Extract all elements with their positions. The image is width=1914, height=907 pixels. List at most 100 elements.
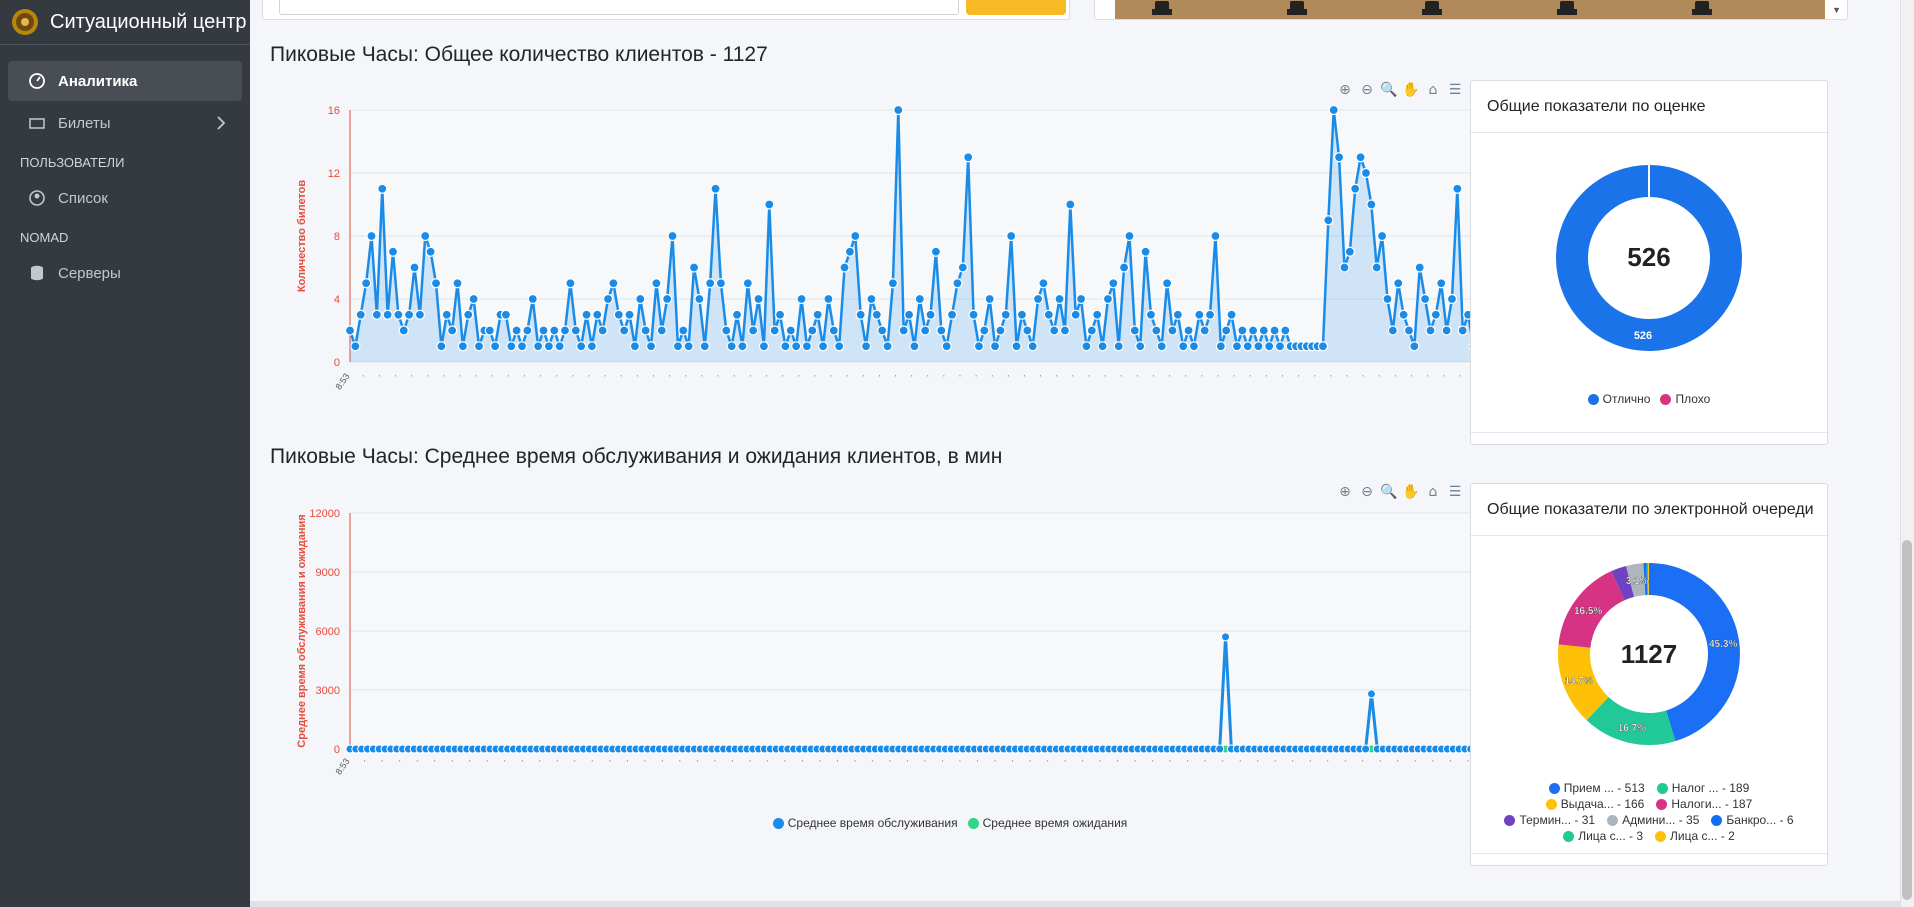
legend-item[interactable]: Налог ... - 189 (1656, 781, 1749, 795)
data-point[interactable] (1333, 152, 1345, 163)
data-point[interactable] (1097, 341, 1108, 352)
data-point[interactable] (1409, 341, 1420, 352)
sidebar-item-servers[interactable]: Серверы (8, 253, 242, 293)
data-point[interactable] (1215, 341, 1226, 352)
data-point[interactable] (1350, 183, 1361, 194)
data-point[interactable] (1140, 246, 1151, 257)
data-point[interactable] (774, 309, 786, 320)
data-point[interactable] (527, 293, 538, 305)
data-point[interactable] (914, 293, 925, 305)
data-point[interactable] (1151, 325, 1162, 336)
zoom-out-icon[interactable]: ⊖ (1358, 82, 1376, 98)
data-point[interactable] (936, 325, 947, 336)
data-point[interactable] (1016, 309, 1028, 320)
data-point[interactable] (1102, 293, 1114, 305)
data-point[interactable] (898, 325, 909, 336)
data-point[interactable] (473, 341, 485, 352)
data-point[interactable] (812, 309, 823, 320)
data-point[interactable] (1269, 325, 1280, 336)
data-point[interactable] (726, 341, 737, 352)
data-point[interactable] (1065, 199, 1076, 210)
data-point[interactable] (404, 309, 415, 320)
data-point[interactable] (1328, 104, 1339, 116)
data-point[interactable] (457, 341, 468, 352)
pan-hand-icon[interactable]: ✋ (1402, 82, 1420, 98)
data-point[interactable] (893, 104, 904, 116)
data-point[interactable] (1075, 293, 1087, 305)
data-point[interactable] (683, 341, 694, 352)
data-point[interactable] (903, 309, 915, 320)
legend-item[interactable]: Лица с... - 2 (1655, 829, 1735, 843)
data-point[interactable] (1172, 309, 1183, 320)
data-point[interactable] (468, 293, 479, 305)
data-point[interactable] (393, 309, 404, 320)
data-point[interactable] (409, 262, 420, 273)
data-point[interactable] (1081, 341, 1092, 352)
data-point[interactable] (1393, 278, 1404, 289)
data-point[interactable] (516, 341, 528, 352)
data-point[interactable] (538, 325, 549, 336)
data-point[interactable] (662, 293, 673, 305)
data-point[interactable] (430, 278, 442, 289)
data-point[interactable] (1210, 230, 1221, 242)
data-point[interactable] (748, 325, 759, 336)
data-point[interactable] (366, 230, 377, 242)
data-point[interactable] (1231, 341, 1243, 352)
data-point[interactable] (581, 309, 592, 320)
data-point[interactable] (1280, 325, 1291, 336)
data-point[interactable] (817, 341, 829, 352)
data-point[interactable] (506, 341, 517, 352)
data-point[interactable] (769, 325, 780, 336)
data-point[interactable] (834, 341, 845, 352)
data-point[interactable] (608, 278, 619, 289)
data-point[interactable] (1237, 325, 1248, 336)
data-point[interactable] (602, 293, 614, 305)
data-point[interactable] (1339, 262, 1350, 273)
sidebar-item-list[interactable]: Список (8, 178, 242, 218)
data-point[interactable] (952, 278, 963, 289)
data-point[interactable] (377, 183, 388, 194)
data-point[interactable] (1274, 341, 1286, 352)
data-point[interactable] (500, 309, 511, 320)
data-point[interactable] (1215, 744, 1225, 754)
data-point[interactable] (925, 309, 936, 320)
data-point[interactable] (968, 309, 979, 320)
data-point[interactable] (533, 341, 544, 352)
data-point[interactable] (1242, 341, 1253, 352)
data-point[interactable] (1446, 293, 1458, 305)
data-point[interactable] (780, 341, 791, 352)
data-point[interactable] (1124, 230, 1135, 242)
zoom-in-icon[interactable]: ⊕ (1336, 82, 1354, 98)
data-point[interactable] (522, 325, 533, 336)
data-point[interactable] (995, 325, 1006, 336)
legend-item[interactable]: Выдача... - 166 (1545, 797, 1644, 811)
data-point[interactable] (1366, 199, 1377, 210)
data-point[interactable] (1043, 309, 1054, 320)
data-point[interactable] (721, 325, 732, 336)
data-point[interactable] (758, 341, 770, 352)
data-point[interactable] (1366, 689, 1376, 699)
data-point[interactable] (699, 341, 710, 352)
data-point[interactable] (855, 309, 866, 320)
data-point[interactable] (737, 341, 748, 352)
data-point[interactable] (350, 341, 361, 352)
legend-item[interactable]: Админи... - 35 (1607, 813, 1699, 827)
data-point[interactable] (1414, 262, 1425, 273)
data-point[interactable] (1221, 632, 1231, 642)
legend-item[interactable]: Банкро... - 6 (1711, 813, 1794, 827)
data-point[interactable] (1027, 341, 1038, 352)
legend-item[interactable]: Отлично (1587, 392, 1650, 406)
data-point[interactable] (1199, 325, 1210, 336)
data-point[interactable] (796, 293, 807, 305)
legend-item[interactable]: Налоги... - 187 (1656, 797, 1752, 811)
data-point[interactable] (1441, 325, 1452, 336)
data-point[interactable] (387, 246, 399, 257)
data-point[interactable] (1387, 325, 1398, 336)
data-point[interactable] (635, 293, 646, 305)
data-point[interactable] (1178, 341, 1189, 352)
data-point[interactable] (1022, 325, 1033, 336)
data-point[interactable] (973, 341, 985, 352)
data-point[interactable] (1323, 215, 1334, 226)
data-point[interactable] (441, 309, 452, 320)
page-scrollbar[interactable] (1900, 0, 1914, 907)
